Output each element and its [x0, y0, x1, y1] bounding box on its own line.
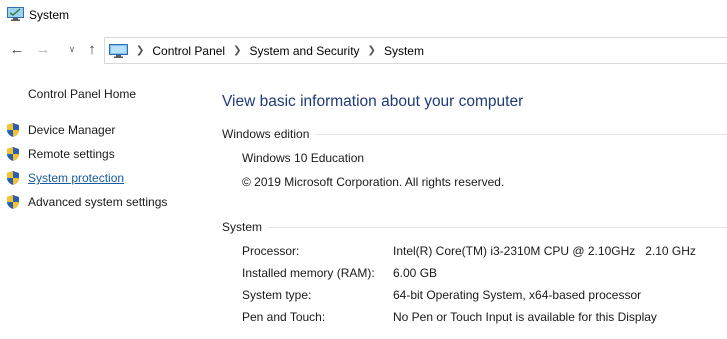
breadcrumb-system-and-security[interactable]: System and Security — [250, 44, 360, 58]
chevron-right-icon[interactable]: ❯ — [136, 45, 144, 56]
section-system: System — [222, 219, 727, 235]
chevron-down-icon: ∨ — [68, 43, 76, 54]
uac-shield-icon — [7, 147, 19, 161]
info-row-processor: Processor: Intel(R) Core(TM) i3-2310M CP… — [242, 244, 727, 260]
breadcrumb-system[interactable]: System — [384, 44, 424, 58]
window-title: System — [29, 8, 70, 22]
divider — [268, 226, 727, 228]
recent-locations-button[interactable]: ∨ — [63, 39, 81, 59]
task-label: Advanced system settings — [28, 195, 168, 209]
section-heading: System — [222, 220, 263, 234]
info-value: Intel(R) Core(TM) i3-2310M CPU @ 2.10GHz… — [393, 244, 696, 258]
task-label: Remote settings — [28, 147, 115, 161]
up-button[interactable]: ↑ — [83, 39, 101, 59]
info-label: Processor: — [242, 244, 300, 258]
info-row-memory: Installed memory (RAM): 6.00 GB — [242, 266, 727, 282]
address-bar[interactable]: ❯ Control Panel ❯ System and Security ❯ … — [104, 37, 727, 64]
page-title: View basic information about your comput… — [222, 93, 524, 110]
task-remote-settings[interactable]: Remote settings — [5, 145, 115, 163]
task-advanced-system-settings[interactable]: Advanced system settings — [5, 193, 167, 211]
task-device-manager[interactable]: Device Manager — [5, 121, 115, 139]
task-label: Device Manager — [28, 123, 116, 137]
task-label: System protection — [28, 171, 125, 185]
chevron-right-icon[interactable]: ❯ — [368, 45, 376, 56]
info-label: Pen and Touch: — [242, 310, 326, 324]
info-row-pen-touch: Pen and Touch: No Pen or Touch Input is … — [242, 310, 727, 326]
tasks-pane: Control Panel Home Device Manager Remote… — [0, 64, 200, 339]
arrow-up-icon: ↑ — [88, 40, 96, 58]
uac-shield-icon — [7, 123, 19, 137]
arrow-left-icon: ← — [9, 40, 25, 58]
arrow-right-icon: → — [35, 40, 51, 58]
info-label: System type: — [242, 288, 312, 302]
control-panel-icon — [109, 43, 128, 58]
info-value: 64-bit Operating System, x64-based proce… — [393, 288, 642, 302]
section-heading: Windows edition — [222, 127, 310, 141]
system-monitor-icon — [7, 7, 24, 21]
uac-shield-icon — [7, 171, 19, 185]
task-system-protection[interactable]: System protection — [5, 169, 124, 187]
back-button[interactable]: ← — [8, 39, 26, 59]
info-value: No Pen or Touch Input is available for t… — [393, 310, 657, 324]
breadcrumb-control-panel[interactable]: Control Panel — [152, 44, 225, 58]
info-value: 6.00 GB — [393, 266, 438, 280]
main-content: View basic information about your comput… — [222, 64, 727, 339]
forward-button[interactable]: → — [34, 39, 52, 59]
control-panel-home-link[interactable]: Control Panel Home — [28, 87, 136, 101]
navigation-bar: ← → ∨ ↑ ❯ Control Panel ❯ System and Sec… — [0, 34, 727, 64]
info-row-system-type: System type: 64-bit Operating System, x6… — [242, 288, 727, 304]
info-label: Installed memory (RAM): — [242, 266, 375, 280]
edition-name: Windows 10 Education — [242, 151, 365, 165]
copyright-text: © 2019 Microsoft Corporation. All rights… — [242, 175, 505, 189]
section-windows-edition: Windows edition — [222, 126, 727, 142]
title-bar: System — [0, 0, 727, 32]
chevron-right-icon[interactable]: ❯ — [233, 45, 241, 56]
divider — [315, 133, 727, 135]
uac-shield-icon — [7, 195, 19, 209]
